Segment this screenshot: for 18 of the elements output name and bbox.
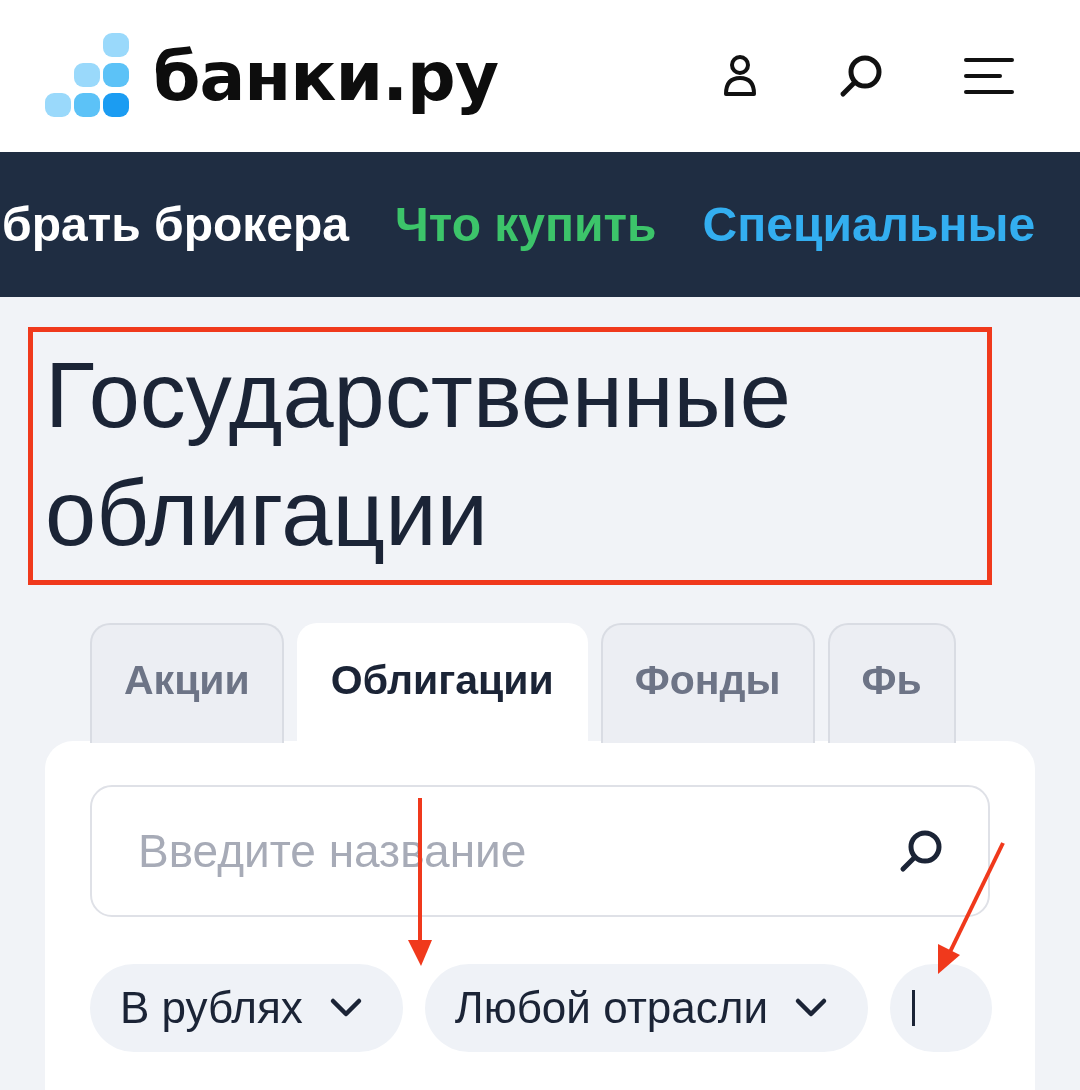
nav-link[interactable]: Что купить bbox=[395, 197, 657, 252]
caret-icon bbox=[328, 997, 363, 1019]
page-title: Государственные облигации bbox=[45, 343, 792, 566]
logo-icon bbox=[45, 33, 131, 119]
nav-link[interactable]: Специальные bbox=[702, 197, 1036, 252]
menu-icon[interactable] bbox=[964, 56, 1014, 96]
tab[interactable]: Фь bbox=[827, 623, 956, 743]
tab[interactable]: Облигации bbox=[296, 623, 588, 743]
search-icon[interactable] bbox=[838, 53, 884, 99]
caret-icon bbox=[794, 997, 828, 1019]
search-icon[interactable] bbox=[898, 828, 944, 874]
filter-dropdown[interactable]: В рублях bbox=[90, 964, 403, 1052]
user-icon[interactable] bbox=[722, 54, 758, 98]
nav-link[interactable]: брать брокера bbox=[2, 197, 350, 252]
logo-text[interactable]: банки.ру bbox=[153, 36, 498, 116]
filter-dropdown[interactable]: Любой отрасли bbox=[424, 964, 868, 1052]
tab[interactable]: Фонды bbox=[600, 623, 815, 743]
tab[interactable]: Акции bbox=[90, 623, 284, 743]
